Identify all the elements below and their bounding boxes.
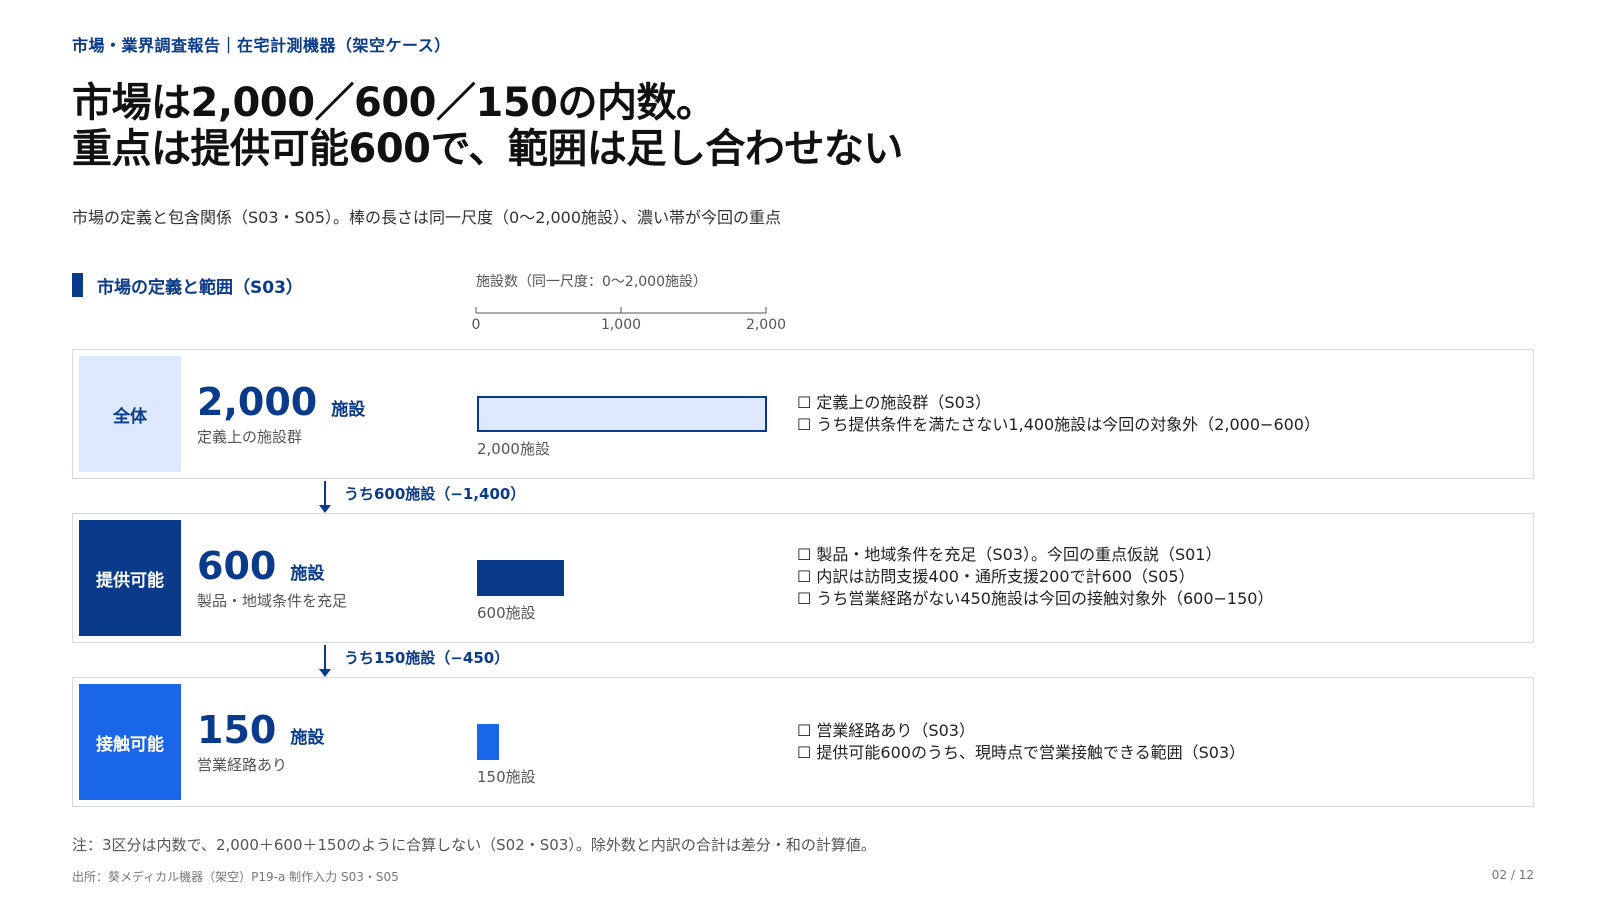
row-notes: ☐ 定義上の施設群（S03） ☐ うち提供条件を満たさない1,400施設は今回の… bbox=[797, 392, 1320, 436]
note-item: ☐ 提供可能600のうち、現時点で営業接触できる範囲（S03） bbox=[797, 743, 1246, 762]
row-value-available: 600 施設 bbox=[197, 544, 324, 596]
arrow-line bbox=[324, 481, 326, 507]
note-item: ☐ うち営業経路がない450施設は今回の接触対象外（600−150） bbox=[797, 589, 1274, 608]
row-description: 製品・地域条件を充足 bbox=[197, 592, 348, 610]
arrow-line bbox=[324, 645, 326, 671]
arrow-down-icon bbox=[319, 505, 331, 513]
page-number: 02 / 12 bbox=[1491, 868, 1534, 882]
note-item: ☐ うち提供条件を満たさない1,400施設は今回の対象外（2,000−600） bbox=[797, 415, 1320, 434]
row-unit: 施設 bbox=[290, 564, 325, 584]
bar-reachable bbox=[477, 724, 499, 760]
row-notes: ☐ 製品・地域条件を充足（S03）。今回の重点仮説（S01） ☐ 内訳は訪問支援… bbox=[797, 544, 1273, 610]
bar-value-label-available: 600施設 bbox=[477, 604, 536, 622]
bar-value-label-total: 2,000施設 bbox=[477, 440, 550, 458]
bar-total bbox=[477, 396, 767, 432]
axis bbox=[475, 307, 767, 314]
bar-available bbox=[477, 560, 564, 596]
axis-ticks bbox=[475, 307, 767, 313]
row-big-number: 600 bbox=[197, 544, 277, 588]
note-item: ☐ 定義上の施設群（S03） bbox=[797, 393, 991, 412]
row-description: 定義上の施設群 bbox=[197, 428, 303, 446]
arrow-label: うち150施設（−450） bbox=[344, 649, 510, 667]
note-item: ☐ 営業経路あり（S03） bbox=[797, 721, 975, 740]
note-item: ☐ 製品・地域条件を充足（S03）。今回の重点仮説（S01） bbox=[797, 545, 1222, 564]
note-item: ☐ 内訳は訪問支援400・通所支援200で計600（S05） bbox=[797, 567, 1195, 586]
row-notes: ☐ 営業経路あり（S03） ☐ 提供可能600のうち、現時点で営業接触できる範囲… bbox=[797, 720, 1245, 764]
axis-tick-label: 2,000 bbox=[745, 317, 787, 333]
arrow-label: うち600施設（−1,400） bbox=[344, 485, 526, 503]
axis-tick-label: 0 bbox=[471, 317, 481, 333]
row-label-reachable: 接触可能 bbox=[79, 684, 181, 800]
row-unit: 施設 bbox=[290, 728, 325, 748]
row-big-number: 150 bbox=[197, 708, 277, 752]
arrow-connector-1: うち600施設（−1,400） bbox=[312, 481, 612, 515]
arrow-down-icon bbox=[319, 669, 331, 677]
row-value-reachable: 150 施設 bbox=[197, 708, 324, 760]
source-citation: 出所：葵メディカル機器（架空）P19-a 制作入力 S03・S05 bbox=[72, 870, 399, 884]
row-reachable: 接触可能 150 施設 営業経路あり 150施設 ☐ 営業経路あり（S03） ☐ … bbox=[72, 677, 1534, 807]
bar-value-label-reachable: 150施設 bbox=[477, 768, 536, 786]
row-big-number: 2,000 bbox=[197, 380, 318, 424]
row-available: 提供可能 600 施設 製品・地域条件を充足 600施設 ☐ 製品・地域条件を充足… bbox=[72, 513, 1534, 643]
footnote: 注：3区分は内数で、2,000＋600＋150のように合算しない（S02・S03… bbox=[72, 836, 876, 854]
arrow-connector-2: うち150施設（−450） bbox=[312, 645, 612, 679]
row-label-available: 提供可能 bbox=[79, 520, 181, 636]
row-value-total: 2,000 施設 bbox=[197, 380, 365, 432]
axis-tick-label: 1,000 bbox=[600, 317, 642, 333]
row-unit: 施設 bbox=[331, 400, 366, 420]
row-description: 営業経路あり bbox=[197, 756, 288, 774]
row-label-total: 全体 bbox=[79, 356, 181, 472]
row-total: 全体 2,000 施設 定義上の施設群 2,000施設 ☐ 定義上の施設群（S03… bbox=[72, 349, 1534, 479]
